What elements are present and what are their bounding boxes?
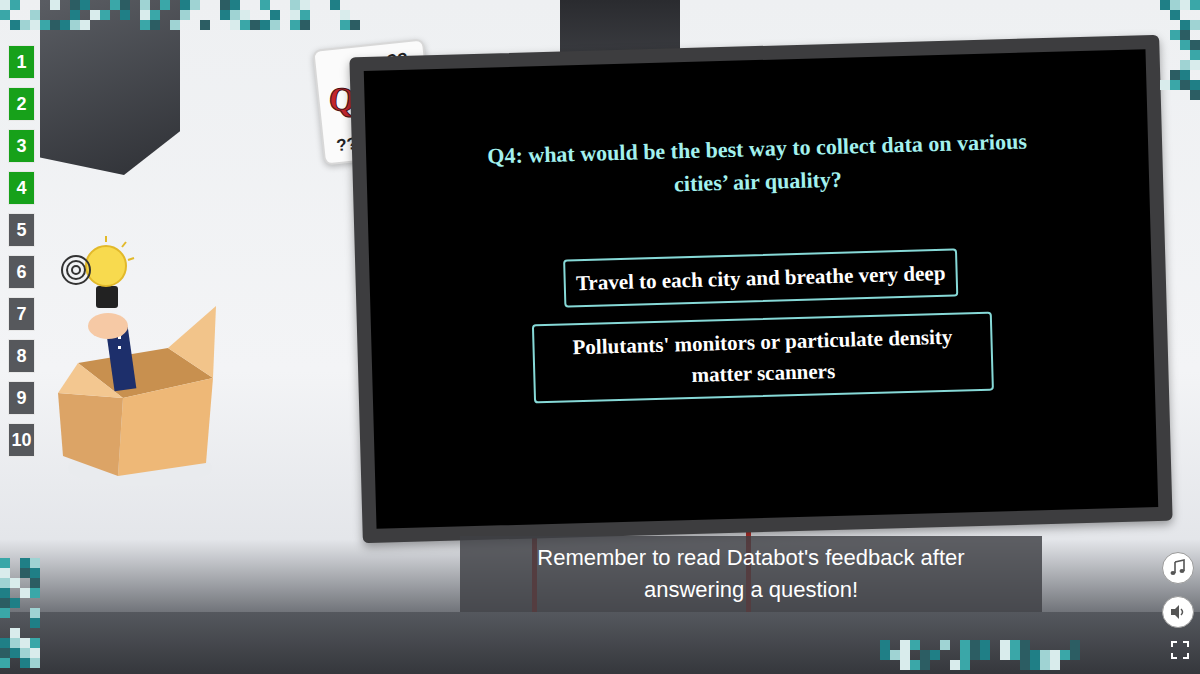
question-step: 2 [8, 87, 35, 121]
hint-caption: Remember to read Databot's feedback afte… [460, 536, 1042, 612]
pixel-decoration [0, 548, 40, 668]
question-progress: 1 2 3 4 5 6 7 8 9 10 [8, 45, 35, 457]
music-button[interactable] [1162, 552, 1194, 584]
pixel-decoration [1160, 0, 1200, 100]
question-step: 3 [8, 129, 35, 163]
answer-list: Travel to each city and breathe very dee… [530, 240, 994, 404]
question-step: 7 [8, 297, 35, 331]
sound-button[interactable] [1162, 596, 1194, 628]
question-step: 10 [8, 423, 35, 457]
music-note-icon [1169, 559, 1187, 577]
game-scene: ??QUIZ?? 12345678910 Q4: what would be t… [0, 0, 1200, 674]
quiz-board: Q4: what would be the best way to collec… [349, 35, 1172, 543]
idea-box-icon [48, 228, 223, 493]
question-step: 8 [8, 339, 35, 373]
answer-button[interactable]: Pollutants' monitors or particulate dens… [532, 312, 994, 404]
pixel-decoration [880, 640, 1080, 670]
question-text: Q4: what would be the best way to collec… [457, 124, 1059, 207]
pixel-decoration [0, 0, 360, 30]
caption-text: Remember to read Databot's feedback afte… [501, 542, 1001, 606]
fullscreen-icon[interactable] [1170, 640, 1190, 660]
question-step: 5 [8, 213, 35, 247]
speaker-icon [1169, 603, 1187, 621]
question-step: 4 [8, 171, 35, 205]
question-step: 1 [8, 45, 35, 79]
question-step: 6 [8, 255, 35, 289]
question-step: 9 [8, 381, 35, 415]
answer-button[interactable]: Travel to each city and breathe very dee… [563, 249, 958, 308]
